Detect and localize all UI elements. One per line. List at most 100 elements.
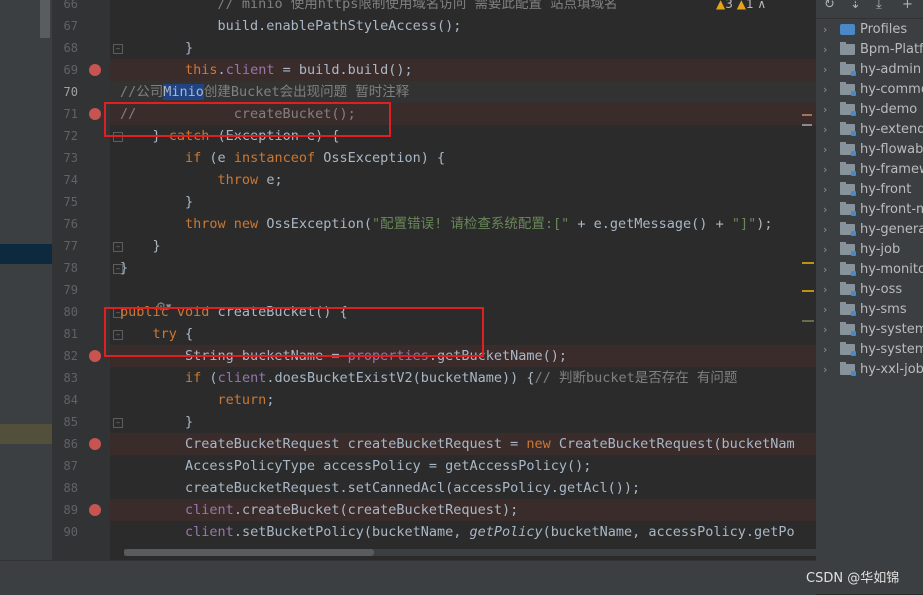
chevron-right-icon[interactable]: › [823, 60, 827, 80]
code-line[interactable] [110, 279, 826, 301]
code-token: .createBucket(createBucketRequest); [233, 502, 519, 518]
tree-item-hy-front-m[interactable]: › hy-front-m [816, 200, 923, 220]
tree-item-hy-demo[interactable]: › hy-demo [816, 100, 923, 120]
chevron-right-icon[interactable]: › [823, 260, 827, 280]
breakpoint-icon[interactable] [89, 504, 101, 516]
module-badge-icon [851, 91, 856, 96]
code-line[interactable]: } [110, 37, 826, 59]
line-number[interactable]: 68 [52, 37, 78, 59]
download-icon[interactable]: ⤓ [876, 0, 882, 12]
line-number[interactable]: 72 [52, 125, 78, 147]
breakpoint-icon[interactable] [89, 350, 101, 362]
line-number[interactable]: 66 [52, 0, 78, 15]
line-number[interactable]: 87 [52, 455, 78, 477]
module-folder-icon [840, 102, 856, 116]
chevron-right-icon[interactable]: › [823, 300, 827, 320]
tree-item-hy-front[interactable]: › hy-front [816, 180, 923, 200]
code-line[interactable]: createBucketRequest.setCannedAcl(accessP… [110, 477, 826, 499]
refresh-icon[interactable]: ↻ [824, 0, 835, 12]
tree-item-hy-xxl-job[interactable]: › hy-xxl-job- [816, 360, 923, 380]
chevron-right-icon[interactable]: › [823, 200, 827, 220]
tree-item-hy-flowable[interactable]: › hy-flowable [816, 140, 923, 160]
weak-warning-icon: ▲ [736, 0, 746, 11]
line-number[interactable]: 89 [52, 499, 78, 521]
horizontal-scrollbar[interactable] [124, 549, 816, 556]
chevron-right-icon[interactable]: › [823, 320, 827, 340]
scroll-thumb[interactable] [124, 549, 374, 556]
tree-item-hy-sms[interactable]: › hy-sms [816, 300, 923, 320]
chevron-right-icon[interactable]: › [823, 160, 827, 180]
code-line[interactable]: CreateBucketRequest createBucketRequest … [110, 433, 826, 455]
add-icon[interactable]: + [902, 0, 913, 12]
code-line[interactable]: throw new OssException("配置错误! 请检查系统配置:["… [110, 213, 826, 235]
generate-sources-icon[interactable]: ⇣ [850, 0, 861, 12]
chevron-right-icon[interactable]: › [823, 180, 827, 200]
tree-item-hy-commo[interactable]: › hy-commo [816, 80, 923, 100]
chevron-right-icon[interactable]: › [823, 360, 827, 380]
tree-item-hy-admin[interactable]: › hy-admin [816, 60, 923, 80]
side-scrollbar[interactable] [40, 0, 50, 38]
tree-item-profiles[interactable]: › Profiles [816, 20, 923, 40]
line-number[interactable]: 83 [52, 367, 78, 389]
chevron-right-icon[interactable]: › [823, 140, 827, 160]
line-number[interactable]: 80 [52, 301, 78, 323]
chevron-right-icon[interactable]: › [823, 340, 827, 360]
code-line[interactable]: } [110, 257, 826, 279]
line-number[interactable]: 82 [52, 345, 78, 367]
code-line[interactable]: } [110, 191, 826, 213]
code-line[interactable]: } [110, 411, 826, 433]
tree-item-hy-oss[interactable]: › hy-oss [816, 280, 923, 300]
line-number[interactable]: 86 [52, 433, 78, 455]
line-number[interactable]: 76 [52, 213, 78, 235]
code-line[interactable]: client.createBucket(createBucketRequest)… [110, 499, 826, 521]
code-line[interactable]: if (client.doesBucketExistV2(bucketName)… [110, 367, 826, 389]
tree-item-hy-system[interactable]: › hy-system- [816, 340, 923, 360]
line-number[interactable]: 84 [52, 389, 78, 411]
line-number[interactable]: 67 [52, 15, 78, 37]
chevron-right-icon[interactable]: › [823, 100, 827, 120]
code-line[interactable]: //公司Minio创建Bucket会出现问题 暂时注释 [110, 81, 826, 103]
line-number[interactable]: 78 [52, 257, 78, 279]
line-number[interactable]: 90 [52, 521, 78, 543]
chevron-right-icon[interactable]: › [823, 40, 827, 60]
tree-item-hy-system[interactable]: › hy-system [816, 320, 923, 340]
tree-item-hy-job[interactable]: › hy-job [816, 240, 923, 260]
code-line[interactable]: client.setBucketPolicy(bucketName, getPo… [110, 521, 826, 543]
chevron-right-icon[interactable]: › [823, 280, 827, 300]
inspection-widget[interactable]: ▲3 ▲1 ∧ [716, 0, 766, 11]
line-number[interactable]: 88 [52, 477, 78, 499]
chevron-right-icon[interactable]: › [823, 20, 827, 40]
line-number[interactable]: 69 [52, 59, 78, 81]
breakpoint-icon[interactable] [89, 108, 101, 120]
line-number[interactable]: 73 [52, 147, 78, 169]
code-line[interactable]: build.enablePathStyleAccess(); [110, 15, 826, 37]
code-line[interactable]: } [110, 235, 826, 257]
line-number[interactable]: 77 [52, 235, 78, 257]
line-number[interactable]: 74 [52, 169, 78, 191]
code-line[interactable]: AccessPolicyType accessPolicy = getAcces… [110, 455, 826, 477]
chevron-right-icon[interactable]: › [823, 80, 827, 100]
line-number[interactable]: 79 [52, 279, 78, 301]
module-folder-icon [840, 162, 856, 176]
breakpoint-icon[interactable] [89, 438, 101, 450]
tree-item-bpm-platfo[interactable]: › Bpm-Platfo [816, 40, 923, 60]
code-token: OssException) { [315, 150, 446, 166]
code-line[interactable]: throw e; [110, 169, 826, 191]
breakpoint-icon[interactable] [89, 64, 101, 76]
code-line[interactable]: this.client = build.build(); [110, 59, 826, 81]
chevron-right-icon[interactable]: › [823, 120, 827, 140]
code-line[interactable]: return; [110, 389, 826, 411]
line-number[interactable]: 85 [52, 411, 78, 433]
tree-item-hy-generat[interactable]: › hy-generat [816, 220, 923, 240]
chevron-up-icon[interactable]: ∧ [757, 0, 766, 11]
tree-item-hy-monitor[interactable]: › hy-monitor [816, 260, 923, 280]
line-number[interactable]: 81 [52, 323, 78, 345]
tree-item-hy-framewo[interactable]: › hy-framewo [816, 160, 923, 180]
chevron-right-icon[interactable]: › [823, 220, 827, 240]
code-line[interactable]: if (e instanceof OssException) { [110, 147, 826, 169]
line-number[interactable]: 70 [52, 81, 78, 103]
line-number[interactable]: 71 [52, 103, 78, 125]
tree-item-hy-extend[interactable]: › hy-extend [816, 120, 923, 140]
line-number[interactable]: 75 [52, 191, 78, 213]
chevron-right-icon[interactable]: › [823, 240, 827, 260]
